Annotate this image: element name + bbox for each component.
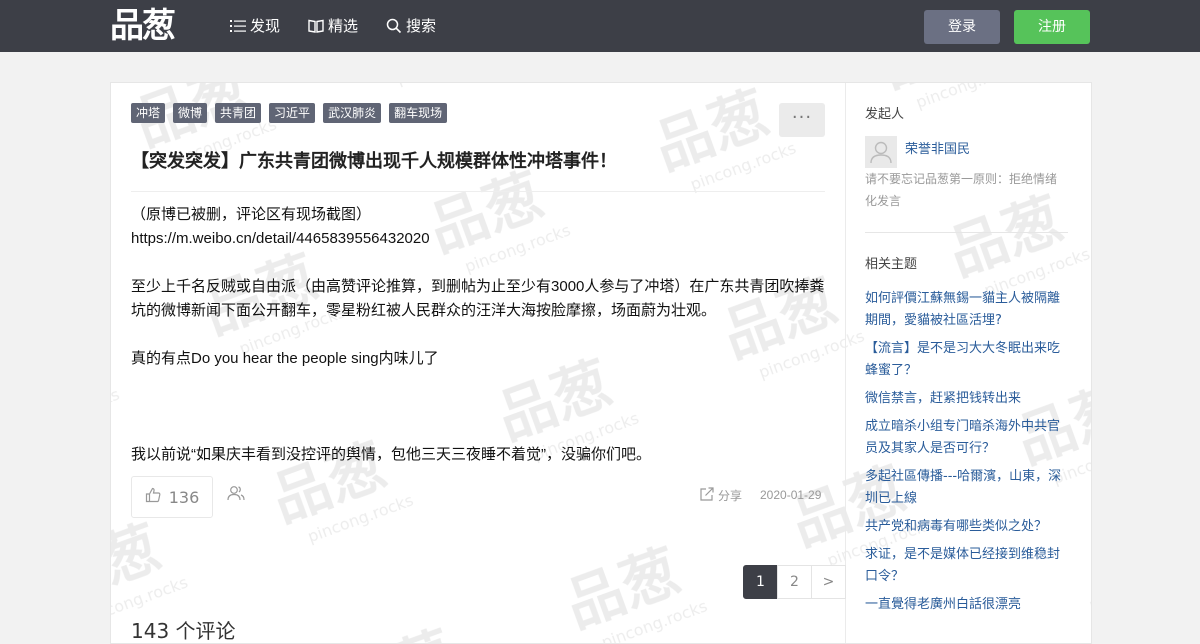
thumbs-up-icon: [145, 487, 161, 507]
post-paragraph: [131, 419, 825, 443]
sidebar: 发起人 荣誉非国民 请不要忘记品葱第一原则：拒绝情绪化发言 相关主题 如何評價江…: [865, 83, 1075, 643]
pagination: 1 2 >: [743, 565, 846, 599]
search-icon: [386, 18, 402, 34]
post-paragraph: [131, 395, 825, 419]
nav-discover[interactable]: 发现: [230, 0, 280, 52]
related-topic-link[interactable]: 求证，是不是媒体已经接到维稳封口令？: [865, 544, 1065, 588]
author-name-link[interactable]: 荣誉非国民: [905, 138, 970, 157]
nav-discover-label: 发现: [250, 17, 281, 35]
post-paragraph: 我以前说“如果庆丰看到没控评的舆情，包他三天三夜睡不着觉”，没骗你们吧。: [131, 446, 651, 463]
post-body: （原博已被删，评论区有现场截图） https://m.weibo.cn/deta…: [131, 203, 825, 467]
post-main-column: 冲塔 微博 共青团 习近平 武汉肺炎 翻车现场 ··· 【突发突发】广东共青团微…: [111, 83, 846, 643]
related-topic-link[interactable]: 成立暗杀小组专门暗杀海外中共官员及其家人是否可行？: [865, 416, 1065, 460]
login-button[interactable]: 登录: [924, 10, 1000, 44]
post-paragraph: （原博已被删，评论区有现场截图）: [131, 206, 372, 223]
post-paragraph: 至少上千名反贼或自由派（由高赞评论推算，到删帖为止至少有3000人参与了冲塔）在…: [131, 278, 825, 319]
topic-tag[interactable]: 冲塔: [131, 103, 166, 123]
post-link[interactable]: https://m.weibo.cn/detail/44658395564320…: [131, 227, 825, 251]
share-label: 分享: [718, 489, 743, 503]
related-heading: 相关主题: [865, 257, 918, 272]
post-paragraph: 真的有点Do you hear the people sing内味儿了: [131, 350, 439, 367]
page-2-button[interactable]: 2: [777, 565, 812, 599]
tag-list: 冲塔 微博 共青团 习近平 武汉肺炎 翻车现场: [131, 103, 448, 123]
post-paragraph: [131, 323, 825, 347]
related-topics-list: 如何評價江蘇無錫一貓主人被隔離期間，愛貓被社區活埋? 【流言】是不是习大大冬眠出…: [865, 288, 1065, 622]
like-button[interactable]: 136: [131, 476, 213, 518]
nav-featured[interactable]: 精选: [308, 0, 358, 52]
list-icon: [230, 19, 246, 33]
related-topic-link[interactable]: 如何評價江蘇無錫一貓主人被隔離期間，愛貓被社區活埋?: [865, 288, 1065, 332]
topic-tag[interactable]: 习近平: [269, 103, 316, 123]
related-topic-link[interactable]: 【流言】是不是习大大冬眠出来吃蜂蜜了？: [865, 338, 1065, 382]
topic-tag[interactable]: 武汉肺炎: [323, 103, 382, 123]
share-icon: [699, 486, 715, 505]
more-options-button[interactable]: ···: [779, 103, 825, 137]
site-logo[interactable]: 品葱: [110, 6, 190, 46]
page-1-button[interactable]: 1: [743, 565, 778, 599]
author-heading: 发起人: [865, 107, 905, 122]
like-count: 136: [168, 487, 200, 507]
book-icon: [308, 19, 324, 33]
related-topic-link[interactable]: 一直覺得老廣州白話很漂亮: [865, 594, 1065, 616]
followers-icon[interactable]: [227, 485, 245, 505]
avatar[interactable]: [865, 136, 897, 168]
author-note: 请不要忘记品葱第一原则：拒绝情绪化发言: [865, 172, 1058, 208]
topic-tag[interactable]: 共青团: [215, 103, 262, 123]
nav-search-label: 搜索: [406, 17, 437, 35]
user-icon: [870, 141, 892, 164]
related-topic-link[interactable]: 多起社區傳播---哈爾濱，山東，深圳已上線: [865, 466, 1065, 510]
related-topic-link[interactable]: 微信禁言，赶紧把钱转出来: [865, 388, 1065, 410]
nav-featured-label: 精选: [328, 17, 359, 35]
related-topic-link[interactable]: 共产党和病毒有哪些类似之处？: [865, 516, 1065, 538]
post-paragraph: [131, 251, 825, 275]
post-date: 2020-01-29: [760, 488, 822, 502]
post-title: 【突发突发】广东共青团微博出现千人规模群体性冲塔事件！: [131, 151, 617, 172]
topic-tag[interactable]: 微博: [173, 103, 208, 123]
sidebar-divider: [865, 232, 1068, 233]
next-page-button[interactable]: >: [811, 565, 846, 599]
title-divider: [131, 191, 825, 192]
nav-search[interactable]: 搜索: [386, 0, 436, 52]
top-nav-bar: 品葱 发现 精选 搜索 登录 注册: [0, 0, 1200, 52]
register-button[interactable]: 注册: [1014, 10, 1090, 44]
post-paragraph: [131, 371, 825, 395]
post-card: 品葱 pincong.rocks 冲塔 微博 共青团 习近平 武汉肺炎 翻车现场…: [110, 82, 1092, 644]
topic-tag[interactable]: 翻车现场: [389, 103, 448, 123]
share-button[interactable]: 分享: [699, 486, 742, 505]
